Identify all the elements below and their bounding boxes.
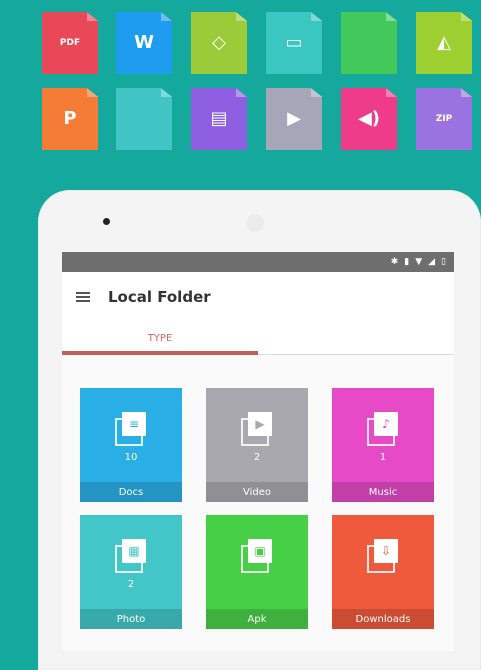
photo-icon: ▦ [115, 539, 147, 573]
wifi-icon: ▼ [415, 257, 423, 267]
category-photo[interactable]: ▦ 2 Photo [80, 515, 182, 629]
category-music[interactable]: ♪ 1 Music [332, 388, 434, 502]
phone-sensor [103, 218, 110, 225]
signal-icon: ▮ [404, 257, 410, 267]
apk-icon: ▣ [241, 539, 273, 573]
status-bar: ✱ ▮ ▼ ◢ ▯ [62, 252, 454, 272]
spreadsheet-file-icon [341, 12, 397, 74]
downloads-icon: ⇩ [367, 539, 399, 573]
video-file-icon: ▶ [266, 88, 322, 150]
pdf-file-icon: PDF [42, 12, 98, 74]
powerpoint-file-icon: P [42, 88, 98, 150]
video-icon: ▶ [241, 412, 273, 446]
apk-file-icon: ◭ [416, 12, 472, 74]
cellular-icon: ◢ [428, 257, 436, 267]
word-file-icon: W [116, 12, 172, 74]
audio-file-icon: ◀) [341, 88, 397, 150]
phone-screen: ✱ ▮ ▼ ◢ ▯ Local Folder TYPE ≡ 10 Docs ▶ … [62, 252, 454, 651]
phone-camera [246, 214, 264, 232]
bluetooth-icon: ✱ [390, 257, 399, 267]
app-bar: Local Folder [62, 272, 454, 322]
category-video[interactable]: ▶ 2 Video [206, 388, 308, 502]
document-file-icon: ▤ [191, 88, 247, 150]
menu-icon[interactable] [76, 292, 90, 302]
music-icon: ♪ [367, 412, 399, 446]
tab-type[interactable]: TYPE [62, 322, 258, 354]
page-title: Local Folder [108, 288, 211, 306]
battery-icon: ▯ [441, 257, 446, 267]
tab-second[interactable] [258, 322, 454, 354]
category-docs[interactable]: ≡ 10 Docs [80, 388, 182, 502]
image-file-icon: ▭ [266, 12, 322, 74]
category-downloads[interactable]: ⇩ Downloads [332, 515, 434, 629]
tab-bar: TYPE [62, 322, 454, 355]
text-file-icon [116, 88, 172, 150]
zip-file-icon: ZIP [416, 88, 472, 150]
tab-indicator [62, 351, 258, 355]
docs-icon: ≡ [115, 412, 147, 446]
sketch-file-icon: ◇ [191, 12, 247, 74]
category-apk[interactable]: ▣ Apk [206, 515, 308, 629]
